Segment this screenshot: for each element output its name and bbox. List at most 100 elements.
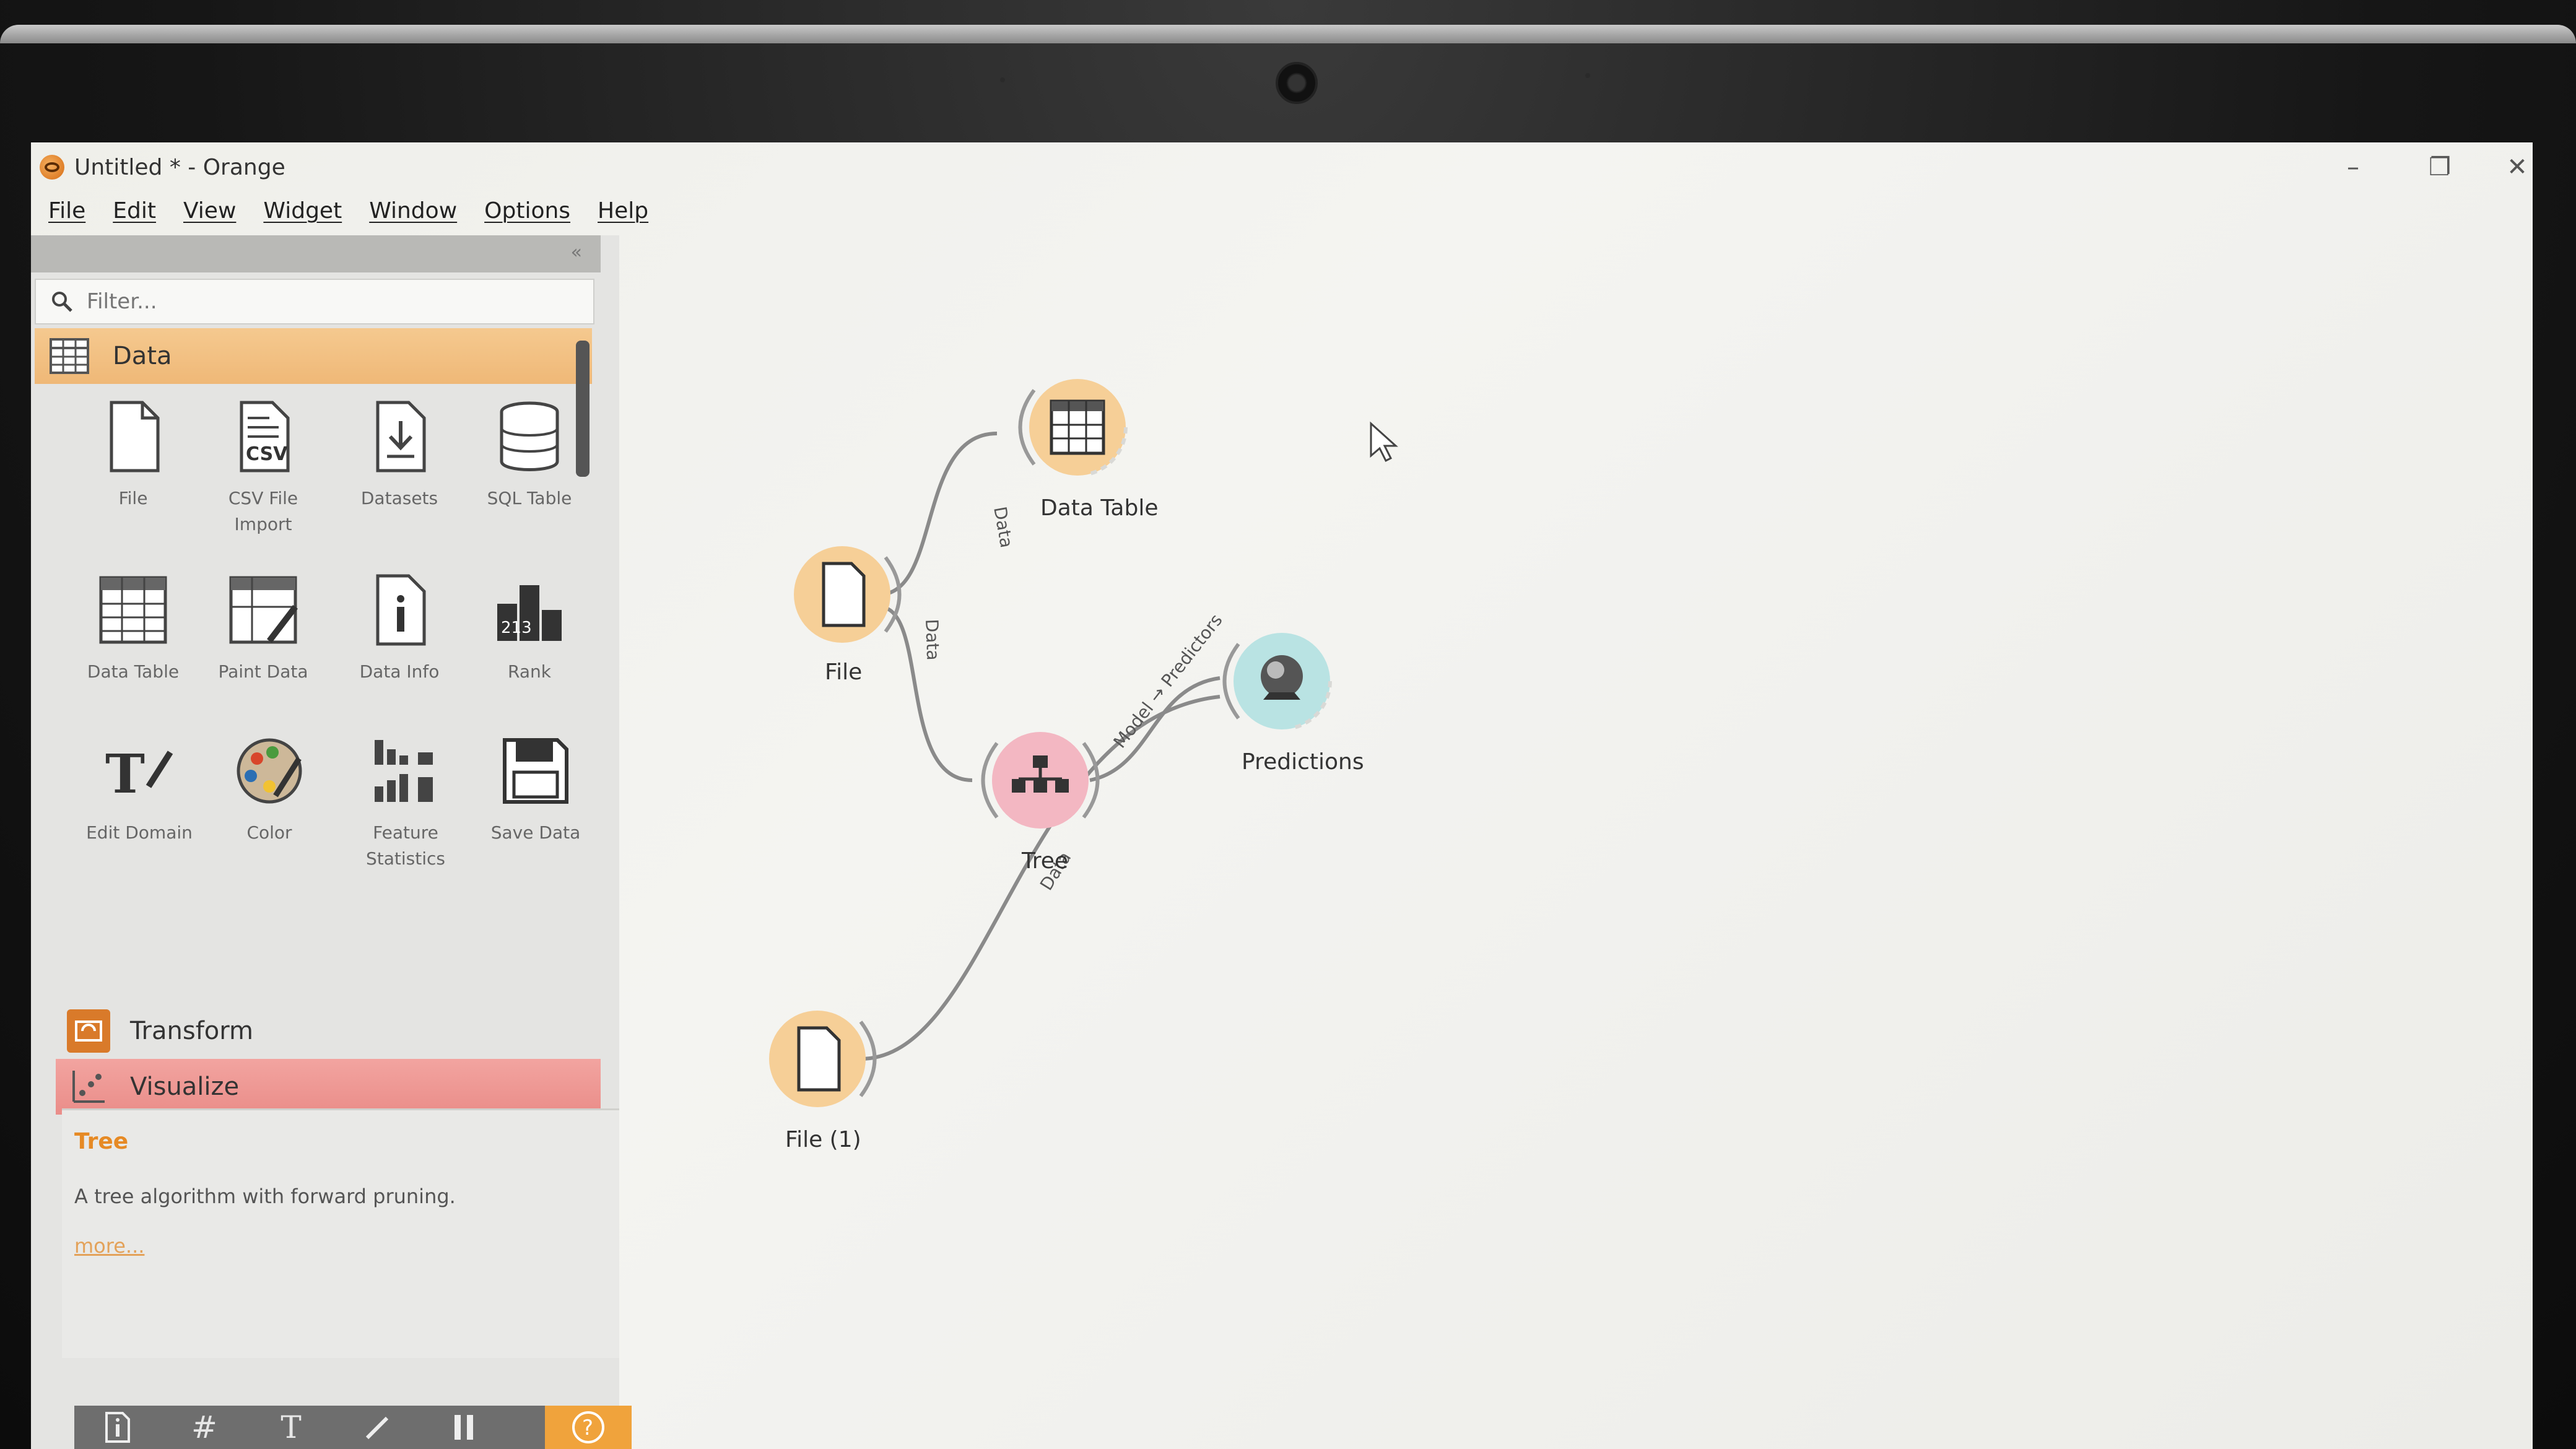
category-visualize-label: Visualize	[130, 1073, 240, 1101]
statistics-icon	[365, 731, 446, 811]
file-icon	[822, 562, 866, 627]
file-icon	[93, 396, 173, 477]
title-bar: Untitled * - Orange – ❐ ✕	[31, 142, 2533, 192]
widget-file-label: File	[118, 488, 148, 508]
svg-text:T: T	[105, 743, 145, 805]
node-tree[interactable]	[978, 718, 1102, 845]
menu-edit[interactable]: Edit	[113, 198, 156, 224]
category-transform[interactable]: Transform	[56, 1003, 601, 1059]
info-icon	[359, 570, 440, 650]
menu-widget[interactable]: Widget	[263, 198, 342, 224]
link-label-file-tree: Data	[921, 619, 943, 661]
node-label-file: File	[825, 659, 863, 685]
widget-sql-label: SQL Table	[487, 488, 572, 508]
menu-help[interactable]: Help	[598, 198, 648, 224]
widget-description-panel: Tree A tree algorithm with forward pruni…	[62, 1108, 619, 1358]
bezel-dot	[1585, 73, 1590, 78]
menu-file[interactable]: File	[48, 198, 85, 224]
database-icon	[489, 396, 570, 477]
widget-csv-label: CSV File Import	[228, 488, 298, 534]
menu-view[interactable]: View	[183, 198, 236, 224]
edit-domain-icon: T	[99, 731, 180, 811]
node-predictions[interactable]	[1220, 619, 1344, 746]
widget-edit-domain[interactable]: T Edit Domain	[74, 731, 204, 846]
text-annotation-icon[interactable]: T	[248, 1406, 334, 1449]
search-icon	[52, 292, 72, 312]
collapse-icon[interactable]: «	[571, 242, 582, 263]
table-icon	[93, 570, 173, 650]
node-label-predictions: Predictions	[1242, 749, 1364, 775]
window-title: Untitled * - Orange	[74, 154, 285, 180]
category-visualize[interactable]: Visualize	[56, 1059, 601, 1115]
table-icon	[46, 333, 93, 380]
csv-icon: CSV	[223, 396, 303, 477]
table-icon	[1050, 399, 1105, 455]
widget-save-label: Save Data	[490, 822, 581, 843]
info-icon[interactable]	[74, 1406, 161, 1449]
svg-text:CSV: CSV	[246, 443, 288, 465]
widget-paint-data[interactable]: Paint Data	[198, 570, 328, 685]
workflow-links: Data Data Model → Predictors Data	[860, 432, 1227, 1061]
widget-datasets[interactable]: Datasets	[334, 396, 464, 511]
svg-text:?: ?	[582, 1416, 593, 1440]
palette-icon	[229, 731, 310, 811]
category-transform-label: Transform	[130, 1017, 253, 1045]
filter-input[interactable]	[85, 289, 571, 315]
link-label-file-datatable: Data	[990, 505, 1017, 549]
category-data[interactable]: Data	[35, 328, 592, 384]
widget-csv-file-import[interactable]: CSV CSV File Import	[198, 396, 328, 537]
file-icon	[797, 1026, 841, 1092]
minimize-button[interactable]: –	[2322, 149, 2384, 186]
widget-save-data[interactable]: Save Data	[471, 731, 601, 846]
help-icon[interactable]: ?	[545, 1406, 632, 1449]
description-text: A tree algorithm with forward pruning.	[74, 1185, 456, 1208]
category-data-label: Data	[113, 342, 172, 370]
filter-box	[35, 279, 594, 324]
workflow-canvas[interactable]: Data Data Model → Predictors Data Data T…	[619, 235, 2533, 1449]
save-icon	[495, 731, 576, 811]
widget-rank[interactable]: 213 Rank	[464, 570, 594, 685]
menu-options[interactable]: Options	[484, 198, 570, 224]
menu-bar: File Edit View Widget Window Options Hel…	[31, 192, 658, 229]
widget-data-info-label: Data Info	[359, 661, 440, 682]
widget-data-table-label: Data Table	[87, 661, 180, 682]
mouse-cursor-icon	[1370, 421, 1398, 463]
widget-file[interactable]: File	[68, 396, 198, 511]
webcam	[1276, 62, 1318, 104]
widget-color-label: Color	[246, 822, 292, 843]
grid-icon[interactable]: #	[161, 1406, 248, 1449]
description-title: Tree	[74, 1129, 129, 1154]
bottom-toolbar: # T ?	[74, 1406, 632, 1449]
widget-color[interactable]: Color	[204, 731, 334, 846]
scatter-plot-icon	[67, 1065, 110, 1108]
pause-icon[interactable]	[421, 1406, 508, 1449]
widget-feature-statistics[interactable]: Feature Statistics	[341, 731, 471, 872]
laptop-lid-edge	[0, 25, 2576, 43]
node-label-tree: Tree	[1022, 848, 1069, 874]
orange-app-icon	[40, 155, 64, 180]
bezel-dot	[1000, 77, 1005, 82]
paint-icon	[223, 570, 303, 650]
node-label-file-1: File (1)	[785, 1127, 861, 1152]
widget-edit-domain-label: Edit Domain	[86, 822, 193, 843]
widget-feature-stats-label: Feature Statistics	[366, 822, 445, 869]
description-more-link[interactable]: more...	[74, 1234, 144, 1258]
widget-data-table[interactable]: Data Table	[68, 570, 198, 685]
transform-icon	[67, 1009, 110, 1053]
widget-datasets-label: Datasets	[360, 488, 438, 508]
restore-button[interactable]: ❐	[2409, 149, 2471, 186]
screen: Untitled * - Orange – ❐ ✕ File Edit View…	[31, 142, 2533, 1449]
rank-digits: 213	[501, 619, 532, 637]
widget-paint-label: Paint Data	[218, 661, 308, 682]
node-file-1[interactable]	[755, 997, 879, 1123]
rank-icon: 213	[489, 570, 570, 650]
widget-rank-label: Rank	[508, 661, 551, 682]
widget-data-info[interactable]: Data Info	[334, 570, 464, 685]
close-button[interactable]: ✕	[2502, 149, 2533, 186]
widget-sql-table[interactable]: SQL Table	[464, 396, 594, 511]
menu-window[interactable]: Window	[369, 198, 457, 224]
toolbox-header: «	[31, 235, 601, 272]
node-file[interactable]	[780, 533, 904, 659]
node-data-table[interactable]	[1016, 365, 1139, 492]
arrow-annotation-icon[interactable]	[334, 1406, 421, 1449]
